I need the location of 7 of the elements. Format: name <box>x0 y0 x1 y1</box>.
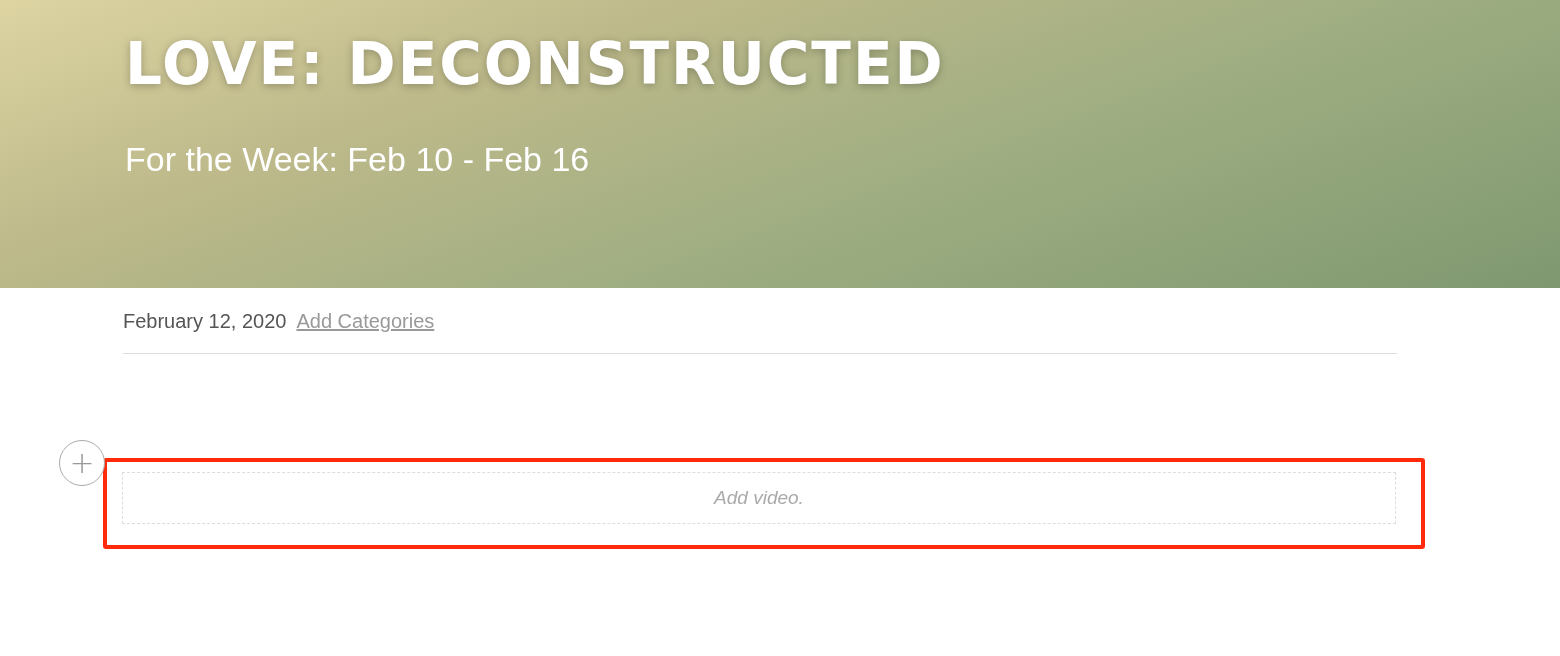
post-subtitle: For the Week: Feb 10 - Feb 16 <box>125 139 590 179</box>
post-date: February 12, 2020 <box>123 310 287 333</box>
add-categories-link[interactable]: Add Categories <box>296 310 435 333</box>
add-block-button[interactable]: + <box>59 440 105 486</box>
video-block[interactable]: Add video. <box>122 472 1396 524</box>
post-title: LOVE: DECONSTRUCTED <box>125 30 945 100</box>
video-placeholder: Add video. <box>714 487 804 509</box>
